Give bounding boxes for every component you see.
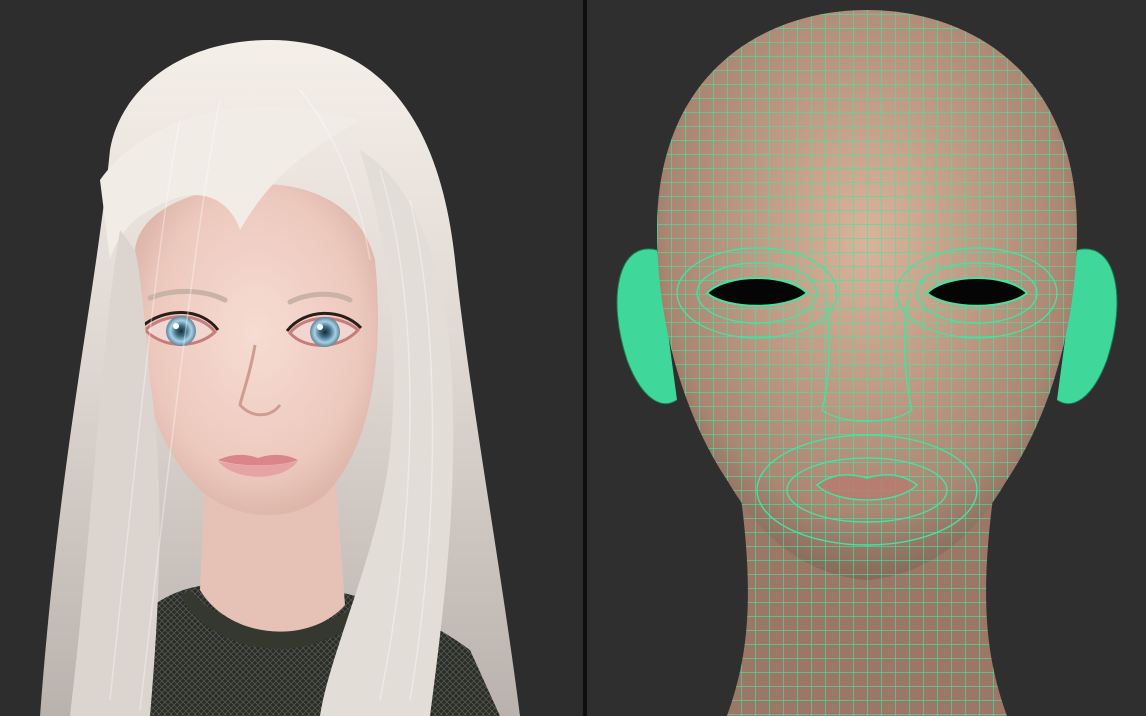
viewport [0,0,1146,716]
render-image [0,0,583,716]
wireframe-image [587,0,1146,716]
render-panel [0,0,583,716]
wireframe-panel [587,0,1146,716]
